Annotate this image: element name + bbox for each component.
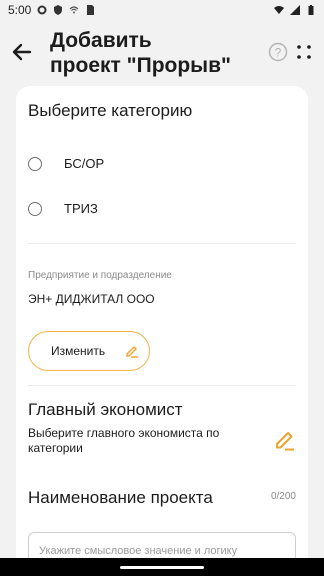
battery-icon — [308, 5, 314, 15]
enterprise-label: Предприятие и подразделение — [28, 270, 172, 281]
category-title: Выберите категорию — [28, 101, 193, 120]
dots-menu-icon[interactable] — [296, 44, 312, 60]
change-enterprise-button[interactable]: Изменить — [28, 331, 150, 371]
radio-button[interactable] — [28, 201, 42, 216]
wifi-small-icon — [69, 6, 79, 14]
sim-icon — [87, 5, 95, 15]
page-title-line1: Добавить — [50, 29, 152, 52]
status-left: 5:00 — [8, 3, 95, 17]
pencil-icon — [126, 346, 138, 358]
home-handle[interactable] — [120, 566, 204, 569]
status-right — [274, 5, 316, 15]
category-option-bs-or[interactable]: БС/ОР — [28, 156, 104, 171]
divider — [28, 243, 296, 244]
enterprise-value: ЭН+ ДИДЖИТАЛ ООО — [28, 292, 155, 306]
back-arrow-icon[interactable] — [10, 40, 34, 64]
divider — [28, 385, 296, 386]
signal-icon — [290, 5, 300, 15]
app-header: Добавить проект "Прорыв" ? — [0, 20, 324, 86]
wifi-icon — [274, 6, 284, 14]
edit-economist-icon[interactable] — [274, 429, 296, 451]
page-title: Добавить проект "Прорыв" — [50, 28, 250, 78]
svg-text:?: ? — [275, 46, 282, 60]
change-button-label: Изменить — [51, 344, 106, 358]
status-bar: 5:00 — [0, 0, 324, 20]
form-card: Выберите категорию БС/ОР ТРИЗ Предприяти… — [16, 86, 308, 576]
project-name-title: Наименование проекта — [28, 488, 213, 507]
category-option-label: БС/ОР — [64, 156, 105, 171]
shield-icon — [54, 5, 63, 15]
status-time: 5:00 — [8, 3, 32, 17]
category-option-triz[interactable]: ТРИЗ — [28, 201, 98, 216]
radio-button[interactable] — [28, 156, 42, 171]
economist-description: Выберите главного экономиста по категори… — [28, 426, 220, 455]
page-title-line2: проект "Прорыв" — [50, 54, 231, 77]
char-counter: 0/200 — [270, 491, 296, 502]
help-icon[interactable]: ? — [268, 42, 288, 62]
economist-title: Главный экономист — [28, 400, 183, 419]
gear-icon — [37, 5, 47, 15]
category-option-label: ТРИЗ — [64, 201, 98, 216]
